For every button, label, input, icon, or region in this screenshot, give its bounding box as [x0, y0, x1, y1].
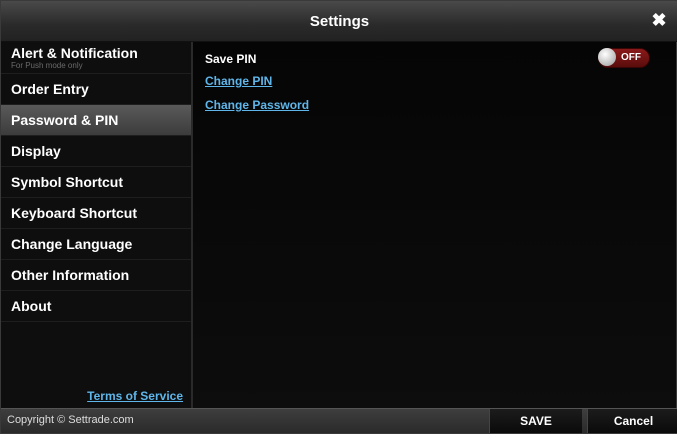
terms-of-service-link[interactable]: Terms of Service [87, 389, 183, 403]
sidebar-item-label: About [11, 298, 52, 314]
toggle-knob [598, 48, 616, 66]
sidebar-item-symbol-shortcut[interactable]: Symbol Shortcut [1, 167, 191, 198]
sidebar-item-label: Alert & Notification [11, 45, 138, 61]
sidebar-item-other-information[interactable]: Other Information [1, 260, 191, 291]
settings-window: Settings ✖ Alert & Notification For Push… [0, 0, 677, 434]
sidebar-item-sublabel: For Push mode only [11, 61, 83, 70]
sidebar-item-keyboard-shortcut[interactable]: Keyboard Shortcut [1, 198, 191, 229]
sidebar-item-label: Display [11, 143, 61, 159]
save-pin-toggle[interactable]: OFF [598, 48, 650, 68]
sidebar-item-label: Change Language [11, 236, 133, 252]
change-password-link[interactable]: Change Password [205, 98, 309, 112]
sidebar-item-password-pin[interactable]: Password & PIN [1, 105, 191, 136]
sidebar-item-label: Keyboard Shortcut [11, 205, 138, 221]
sidebar-item-label: Order Entry [11, 81, 89, 97]
settings-content: Save PIN OFF Change PIN Change Password [193, 42, 676, 411]
title-bar: Settings ✖ [1, 1, 677, 42]
sidebar-item-label: Password & PIN [11, 112, 119, 128]
sidebar-item-alert-notification[interactable]: Alert & Notification For Push mode only [1, 42, 191, 74]
sidebar-item-order-entry[interactable]: Order Entry [1, 74, 191, 105]
sidebar: Alert & Notification For Push mode only … [1, 42, 193, 411]
cancel-button[interactable]: Cancel [587, 409, 677, 433]
copyright-text: Copyright © Settrade.com [7, 414, 134, 426]
window-title: Settings [309, 12, 370, 30]
sidebar-item-about[interactable]: About [1, 291, 191, 322]
save-pin-label: Save PIN [205, 52, 257, 66]
sidebar-item-change-language[interactable]: Change Language [1, 229, 191, 260]
change-pin-link[interactable]: Change PIN [205, 74, 272, 88]
save-button[interactable]: SAVE [489, 409, 582, 433]
sidebar-item-label: Symbol Shortcut [11, 174, 124, 190]
footer-bar: Copyright © Settrade.com SAVE Cancel [1, 408, 677, 433]
sidebar-item-label: Other Information [11, 267, 130, 283]
sidebar-item-display[interactable]: Display [1, 136, 191, 167]
toggle-state-label: OFF [621, 52, 641, 63]
close-icon[interactable]: ✖ [650, 10, 668, 30]
